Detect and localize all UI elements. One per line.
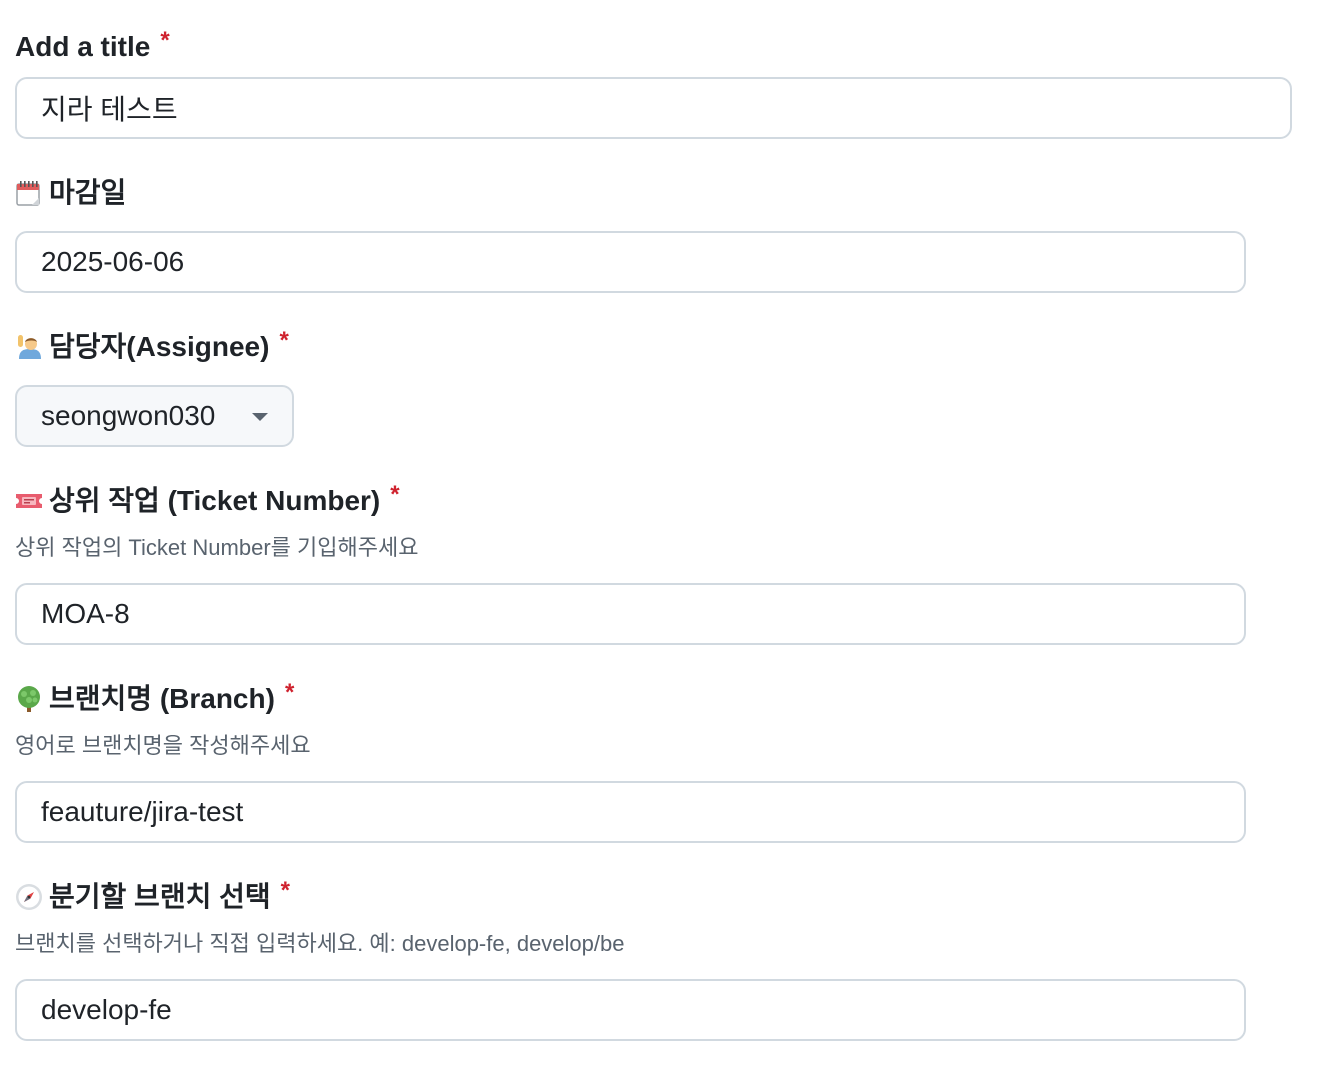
required-asterisk: *	[284, 679, 295, 706]
ticket-icon	[15, 487, 43, 515]
branch-label-text: 브랜치명 (Branch)	[49, 683, 275, 714]
assignee-selected-value: seongwon030	[41, 400, 216, 431]
branch-helper: 영어로 브랜치명을 작성해주세요	[15, 733, 311, 758]
branch-input[interactable]: feauture/jira-test	[15, 781, 1246, 843]
branch-value: feauture/jira-test	[41, 796, 244, 827]
due-date-input[interactable]: 2025-06-06	[15, 231, 1246, 293]
parent-ticket-input[interactable]: MOA-8	[15, 583, 1246, 645]
assignee-label-text: 담당자(Assignee)	[49, 331, 270, 362]
base-branch-value: develop-fe	[41, 994, 172, 1025]
required-asterisk: *	[160, 27, 170, 54]
assignee-select[interactable]: seongwon030	[15, 385, 294, 447]
base-branch-label: 분기할 브랜치 선택 *	[15, 877, 290, 915]
parent-ticket-value: MOA-8	[41, 598, 130, 629]
base-branch-helper: 브랜치를 선택하거나 직접 입력하세요. 예: develop-fe, deve…	[15, 931, 625, 956]
compass-icon	[15, 883, 43, 911]
title-input-value: 지라 테스트	[41, 94, 178, 125]
due-date-value: 2025-06-06	[41, 246, 185, 277]
branch-label: 브랜치명 (Branch) *	[15, 679, 294, 717]
required-asterisk: *	[280, 877, 290, 904]
person-raising-hand-icon	[15, 333, 43, 361]
parent-ticket-label: 상위 작업 (Ticket Number) *	[15, 481, 400, 519]
required-asterisk: *	[279, 327, 289, 354]
due-date-label-text: 마감일	[49, 177, 127, 208]
calendar-icon	[15, 179, 43, 207]
assignee-label: 담당자(Assignee) *	[15, 327, 289, 365]
chevron-down-icon	[252, 413, 268, 421]
parent-ticket-helper: 상위 작업의 Ticket Number를 기입해주세요	[15, 535, 419, 560]
title-label: Add a title *	[15, 27, 170, 65]
title-label-text: Add a title	[15, 31, 151, 62]
base-branch-input[interactable]: develop-fe	[15, 979, 1246, 1041]
tree-icon	[15, 685, 43, 713]
title-input[interactable]: 지라 테스트	[15, 77, 1292, 139]
base-branch-label-text: 분기할 브랜치 선택	[49, 881, 271, 912]
due-date-label: 마감일	[15, 175, 126, 211]
required-asterisk: *	[390, 481, 400, 508]
parent-ticket-label-text: 상위 작업 (Ticket Number)	[49, 485, 381, 516]
